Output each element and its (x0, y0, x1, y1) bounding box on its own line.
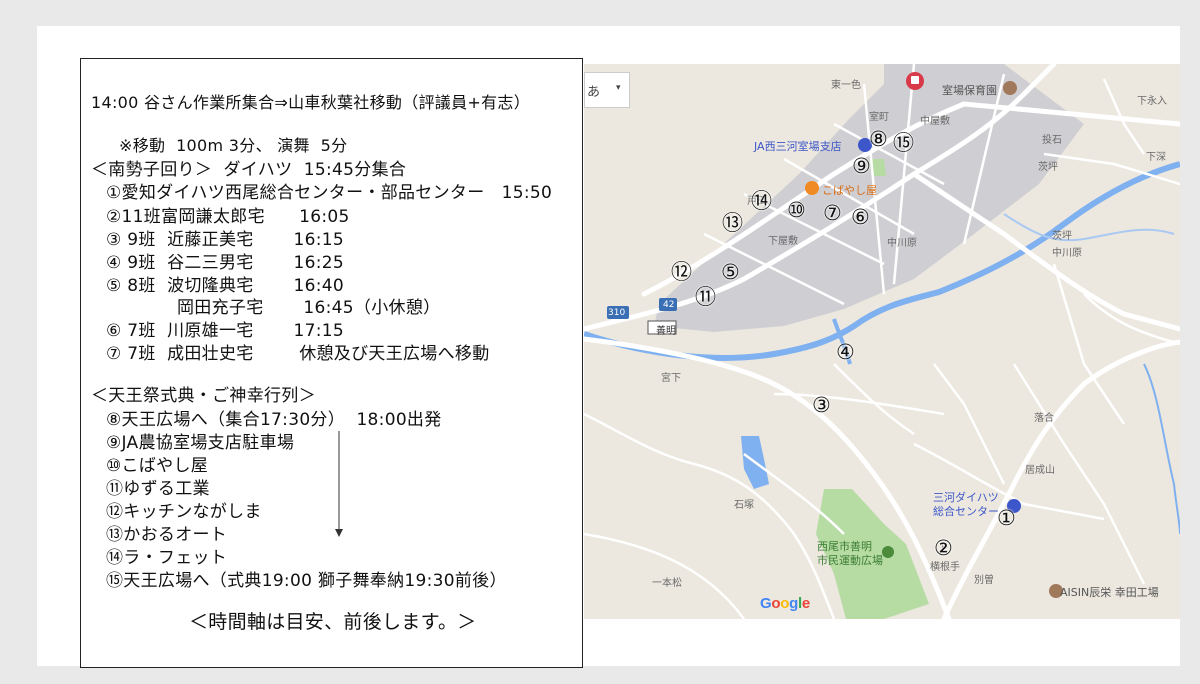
schedule-line-meeting: 14:00 谷さん作業所集合⇒山車秋葉社移動（評議員+有志） (91, 93, 531, 112)
google-logo-letter: G (760, 595, 772, 612)
route-14: ⑭ラ・フェット (106, 548, 228, 568)
marker-11[interactable]: ⑪ (695, 281, 716, 311)
marker-15[interactable]: ⑮ (893, 127, 914, 157)
map-label: 落合 (1034, 413, 1054, 424)
poi-aisin[interactable]: AISIN辰栄 幸田工場 (1060, 584, 1159, 600)
map-label: 一本松 (652, 578, 682, 589)
route-number-310: 310 (608, 308, 626, 318)
marker-14[interactable]: ⑭ (751, 185, 772, 215)
stop-4: ④ 9班 谷二三男宅 16:25 (106, 253, 344, 273)
route-map[interactable]: 東一色 室場保育園 下永入 室町 中屋敷 JA西三河室場支店 戸田 こばやし屋 … (584, 64, 1180, 619)
map-label: 茨坪 (1052, 231, 1072, 242)
marker-1[interactable]: ① (997, 506, 1016, 530)
stop-3: ③ 9班 近藤正美宅 16:15 (106, 230, 344, 250)
map-label: 投石 (1042, 135, 1062, 146)
map-label: 室町 (869, 112, 889, 123)
route-15: ⑮天王広場へ（式典19:00 獅子舞奉納19:30前後） (106, 571, 507, 591)
schedule-panel: 14:00 谷さん作業所集合⇒山車秋葉社移動（評議員+有志） ※移動 100m … (80, 58, 583, 668)
map-label: 居成山 (1025, 465, 1055, 476)
route-10: ⑩こばやし屋 (106, 456, 209, 476)
route-13: ⑬かおるオート (106, 525, 228, 545)
stop-2: ②11班富岡謙太郎宅 16:05 (106, 207, 350, 227)
schedule-footnote: ＜時間軸は目安、前後します。＞ (189, 611, 477, 633)
map-label: 茨坪 (1038, 162, 1058, 173)
marker-3[interactable]: ③ (812, 393, 831, 417)
marker-13[interactable]: ⑬ (722, 207, 743, 237)
marker-10[interactable]: ⑩ (787, 198, 806, 222)
map-label: 室場保育園 (942, 84, 997, 97)
map-label: 善明 (656, 326, 676, 337)
stop-1: ①愛知ダイハツ西尾総合センター・部品センター 15:50 (106, 183, 553, 203)
marker-2[interactable]: ② (934, 536, 953, 560)
route-9: ⑨JA農協室場支店駐車場 (106, 433, 295, 453)
stop-6: ⑥ 7班 川原雄一宅 17:15 (106, 321, 344, 341)
google-logo: Google (760, 595, 810, 612)
map-label: 別曽 (974, 575, 994, 586)
chevron-down-icon: ▾ (616, 83, 621, 93)
page-margin (1180, 26, 1200, 666)
section-heading-tenno: ＜天王祭式典・ご神幸行列＞ (91, 386, 316, 406)
google-logo-letter: e (801, 595, 810, 612)
poi-kobayashiya[interactable]: こばやし屋 (822, 182, 877, 198)
map-label: 横根手 (930, 562, 960, 573)
marker-9[interactable]: ⑨ (852, 154, 871, 178)
ime-label: あ (587, 85, 601, 100)
time-arrow (335, 431, 343, 537)
map-label: 下屋敷 (768, 236, 798, 247)
route-number-42: 42 (663, 300, 675, 310)
map-label: 東一色 (831, 80, 861, 91)
map-label: 宮下 (661, 373, 681, 384)
marker-8[interactable]: ⑧ (869, 127, 888, 151)
route-8: ⑧天王広場へ（集合17:30分） 18:00出発 (106, 410, 442, 430)
google-logo-letter: o (780, 595, 790, 612)
section-heading-minami: ＜南勢子回り＞ ダイハツ 15:45分集合 (91, 160, 407, 180)
map-label: 中川原 (1052, 248, 1082, 259)
poi-daihatsu-sub[interactable]: 総合センター (933, 503, 999, 519)
map-label: 下永入 (1137, 96, 1167, 107)
map-label: 中屋敷 (920, 116, 950, 127)
route-12: ⑫キッチンながしま (106, 502, 262, 522)
map-label: 下深 (1146, 152, 1166, 163)
google-logo-letter: o (771, 595, 781, 612)
map-label: 石塚 (734, 500, 754, 511)
poi-park-sub[interactable]: 市民運動広場 (817, 552, 883, 568)
marker-4[interactable]: ④ (836, 340, 855, 364)
google-logo-letter: g (789, 595, 798, 612)
marker-5[interactable]: ⑤ (721, 260, 740, 284)
marker-12[interactable]: ⑫ (671, 256, 692, 286)
map-label: 中川原 (887, 238, 917, 249)
ime-mode-button[interactable]: あ ▾ (584, 72, 630, 108)
stop-7: ⑦ 7班 成田壮史宅 休憩及び天王広場へ移動 (106, 344, 490, 364)
marker-6[interactable]: ⑥ (851, 205, 870, 229)
marker-7[interactable]: ⑦ (823, 201, 842, 225)
route-11: ⑪ゆずる工業 (106, 479, 210, 499)
schedule-line-move-note: ※移動 100m 3分、 演舞 5分 (119, 136, 348, 155)
poi-ja-branch[interactable]: JA西三河室場支店 (754, 138, 842, 154)
stop-5b: 岡田充子宅 16:45（小休憩） (177, 298, 441, 318)
